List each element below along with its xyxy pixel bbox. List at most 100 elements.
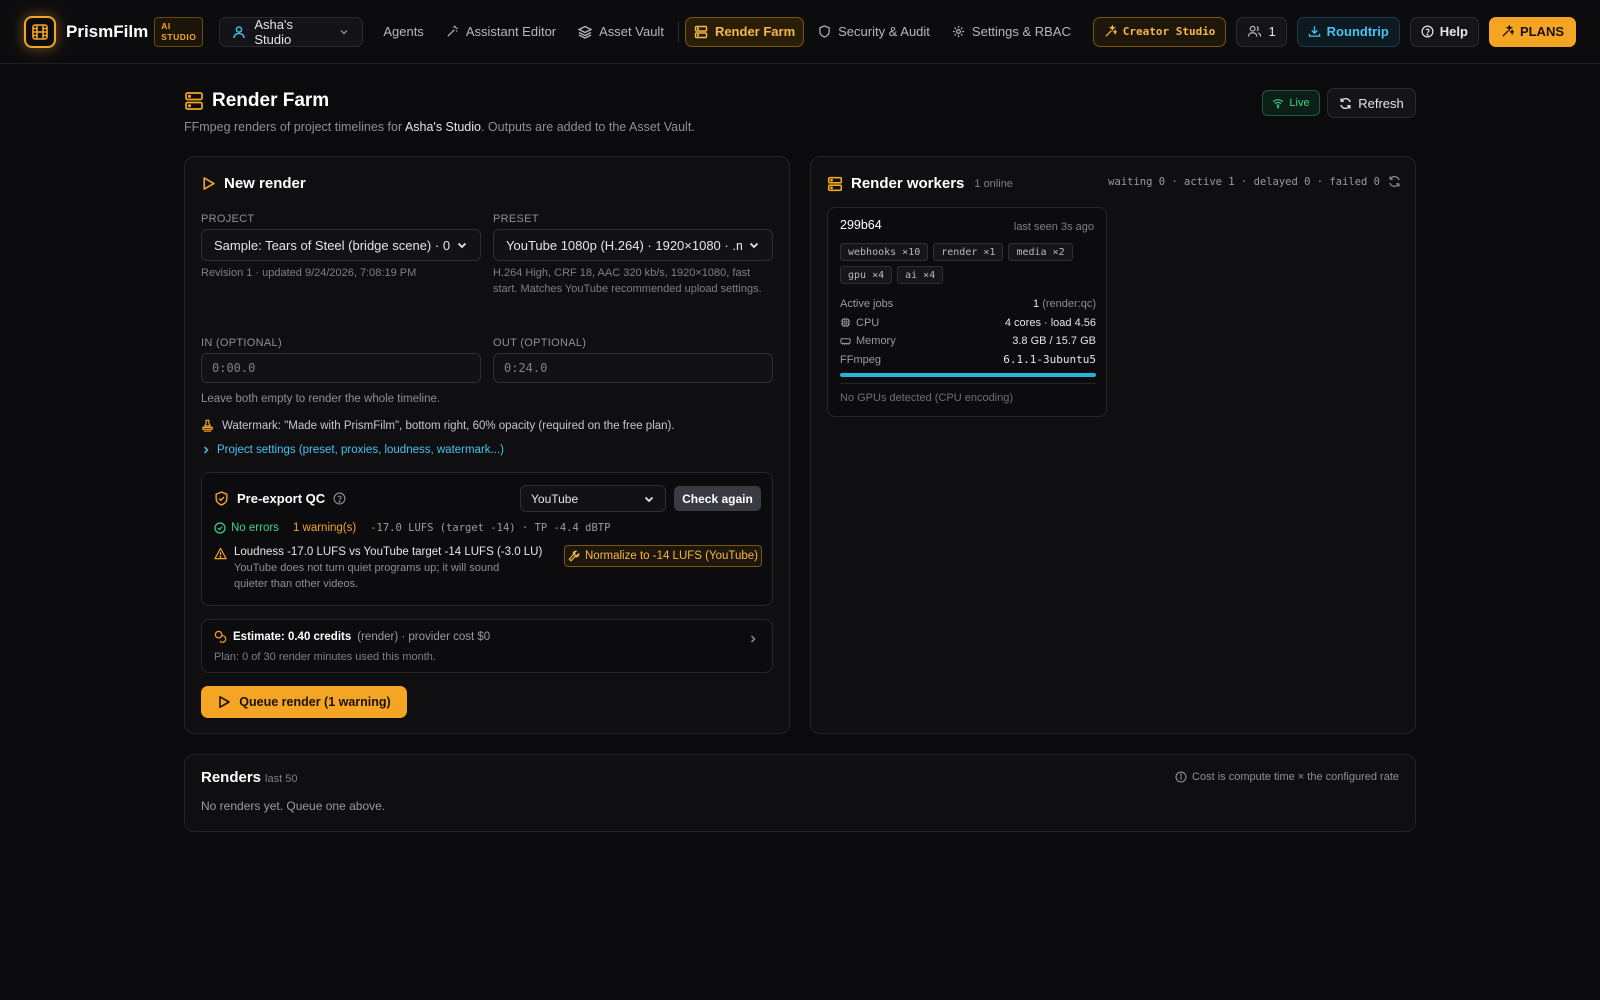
studio-name: Asha's Studio (254, 16, 293, 47)
members-count: 1 (1268, 24, 1276, 39)
users-icon (1247, 24, 1262, 39)
qc-issue: Loudness -17.0 LUFS vs YouTube target -1… (214, 546, 542, 592)
project-meta: Revision 1 · updated 9/24/2026, 7:08:19 … (201, 267, 417, 279)
qc-target-select[interactable]: YouTube (520, 485, 666, 512)
studio-selector[interactable]: Asha's Studio (219, 16, 364, 47)
check-circle-icon (214, 522, 226, 534)
new-render-header: New render (201, 175, 306, 192)
page-header: Render Farm (184, 90, 329, 112)
page-subtitle-suffix: . Outputs are added to the Asset Vault. (480, 120, 695, 134)
wand-icon (446, 25, 459, 38)
worker-memory: Memory 3.8 GB / 15.7 GB (840, 332, 1096, 351)
out-point-input[interactable]: 0:24.0 (493, 353, 773, 383)
memory-icon (840, 336, 851, 347)
user-icon (232, 25, 246, 39)
nav-assistant-editor-label: Assistant Editor (465, 24, 557, 39)
plans-button[interactable]: PLANS (1488, 16, 1576, 47)
live-badge: Live (1262, 90, 1320, 116)
project-settings-link[interactable]: Project settings (preset, proxies, loudn… (201, 444, 504, 456)
queue-render-label: Queue render (1 warning) (239, 695, 391, 709)
film-icon[interactable] (24, 15, 56, 48)
project-select[interactable]: Sample: Tears of Steel (bridge scene) · … (201, 229, 481, 261)
creator-studio-label: Creator Studio (1122, 25, 1216, 38)
new-render-panel: New render PROJECT Sample: Tears of Stee… (184, 156, 790, 734)
chevron-down-icon (450, 239, 468, 251)
sparkles-icon (1104, 25, 1117, 38)
renders-subtitle: last 50 (265, 773, 298, 785)
nav-security-audit[interactable]: Security & Audit (810, 17, 938, 47)
active-jobs-value: 1 (1033, 298, 1040, 311)
worker-stats: Active jobs 1 (render:qc) CPU 4 cores · … (840, 295, 1096, 369)
main-nav: Agents Assistant Editor Asset Vault Rend… (375, 0, 1085, 64)
chevron-right-icon (748, 634, 758, 644)
qc-no-errors-label: No errors (231, 522, 279, 534)
in-point-input[interactable]: 0:00.0 (201, 353, 481, 383)
refresh-button[interactable]: Refresh (1327, 88, 1416, 118)
renders-note-text: Cost is compute time × the configured ra… (1192, 771, 1399, 783)
renders-cost-note: Cost is compute time × the configured ra… (1175, 771, 1399, 783)
nav-security-audit-label: Security & Audit (838, 24, 930, 39)
active-jobs-label: Active jobs (840, 298, 894, 311)
check-again-button[interactable]: Check again (674, 486, 761, 511)
render-estimate[interactable]: Estimate: 0.40 credits (render) · provid… (201, 619, 773, 673)
app-badge: AI STUDIO (154, 16, 204, 47)
preset-description: H.264 High, CRF 18, AAC 320 kb/s, 1920×1… (493, 267, 762, 295)
nav-settings-rbac-label: Settings & RBAC (971, 24, 1071, 39)
members-button[interactable]: 1 (1236, 16, 1287, 47)
qc-no-errors: No errors (214, 522, 279, 534)
project-label: PROJECT (201, 213, 255, 225)
page-subtitle-prefix: FFmpeg renders of project timelines for (184, 120, 405, 134)
workers-header: Render workers 1 online (827, 175, 1013, 192)
estimate-line: Estimate: 0.40 credits (render) · provid… (214, 630, 490, 643)
worker-tag: render ×1 (933, 243, 1004, 261)
stamp-icon (201, 419, 214, 432)
in-label: IN (OPTIONAL) (201, 337, 282, 349)
render-workers-panel: Render workers 1 online waiting 0 · acti… (810, 156, 1416, 734)
server-icon (184, 91, 204, 111)
nav-settings-rbac[interactable]: Settings & RBAC (944, 17, 1079, 47)
creator-studio-button[interactable]: Creator Studio (1092, 16, 1227, 47)
chevron-down-icon (742, 239, 760, 251)
normalize-button[interactable]: Normalize to -14 LUFS (YouTube) (564, 545, 762, 567)
warning-icon (214, 547, 227, 592)
app-badge-line1: AI (161, 20, 171, 31)
workers-title: Render workers (851, 175, 965, 192)
top-bar: PrismFilm AI STUDIO Asha's Studio Agents… (0, 0, 1600, 64)
nav-asset-vault[interactable]: Asset Vault (570, 17, 672, 47)
worker-tag: webhooks ×10 (840, 243, 929, 261)
worker-last-seen: last seen 3s ago (1013, 221, 1094, 233)
worker-cpu: CPU 4 cores · load 4.56 (840, 314, 1096, 333)
estimate-credits: Estimate: 0.40 credits (233, 630, 352, 643)
nav-render-farm-label: Render Farm (714, 24, 796, 39)
worker-tag: media ×2 (1008, 243, 1073, 261)
project-value: Sample: Tears of Steel (bridge scene) · … (214, 237, 450, 253)
chevron-down-icon (338, 26, 350, 38)
live-label: Live (1289, 97, 1310, 109)
app-name[interactable]: PrismFilm (66, 22, 148, 42)
qc-target-value: YouTube (531, 491, 579, 506)
pre-export-qc: Pre-export QC YouTube Check again No err… (201, 472, 773, 606)
roundtrip-button[interactable]: Roundtrip (1296, 16, 1400, 47)
refresh-icon[interactable] (1388, 175, 1401, 188)
worker-active-jobs: Active jobs 1 (render:qc) (840, 295, 1096, 314)
help-button[interactable]: Help (1409, 16, 1479, 47)
worker-gpu-note: No GPUs detected (CPU encoding) (840, 392, 1014, 404)
sparkles-icon (1501, 25, 1514, 38)
roundtrip-label: Roundtrip (1326, 24, 1389, 39)
page-subtitle-studio: Asha's Studio (404, 120, 481, 134)
renders-header: Renders last 50 (201, 769, 297, 786)
queue-render-button[interactable]: Queue render (1 warning) (201, 686, 407, 718)
worker-queues: webhooks ×10 render ×1 media ×2 gpu ×4 a… (840, 243, 1096, 284)
ffmpeg-value: 6.1.1-3ubuntu5 (1003, 353, 1096, 367)
play-icon (217, 695, 231, 709)
nav-render-farm[interactable]: Render Farm (684, 16, 805, 47)
nav-assistant-editor[interactable]: Assistant Editor (438, 17, 564, 47)
nav-agents[interactable]: Agents (375, 17, 431, 47)
help-icon[interactable] (333, 492, 346, 505)
watermark-text: Watermark: "Made with PrismFilm", bottom… (222, 419, 675, 432)
gear-icon (952, 25, 965, 38)
play-icon (201, 176, 216, 191)
help-icon (1421, 25, 1434, 38)
preset-select[interactable]: YouTube 1080p (H.264) · 1920×1080 · .mp4 (493, 229, 773, 261)
refresh-icon (1339, 97, 1352, 110)
